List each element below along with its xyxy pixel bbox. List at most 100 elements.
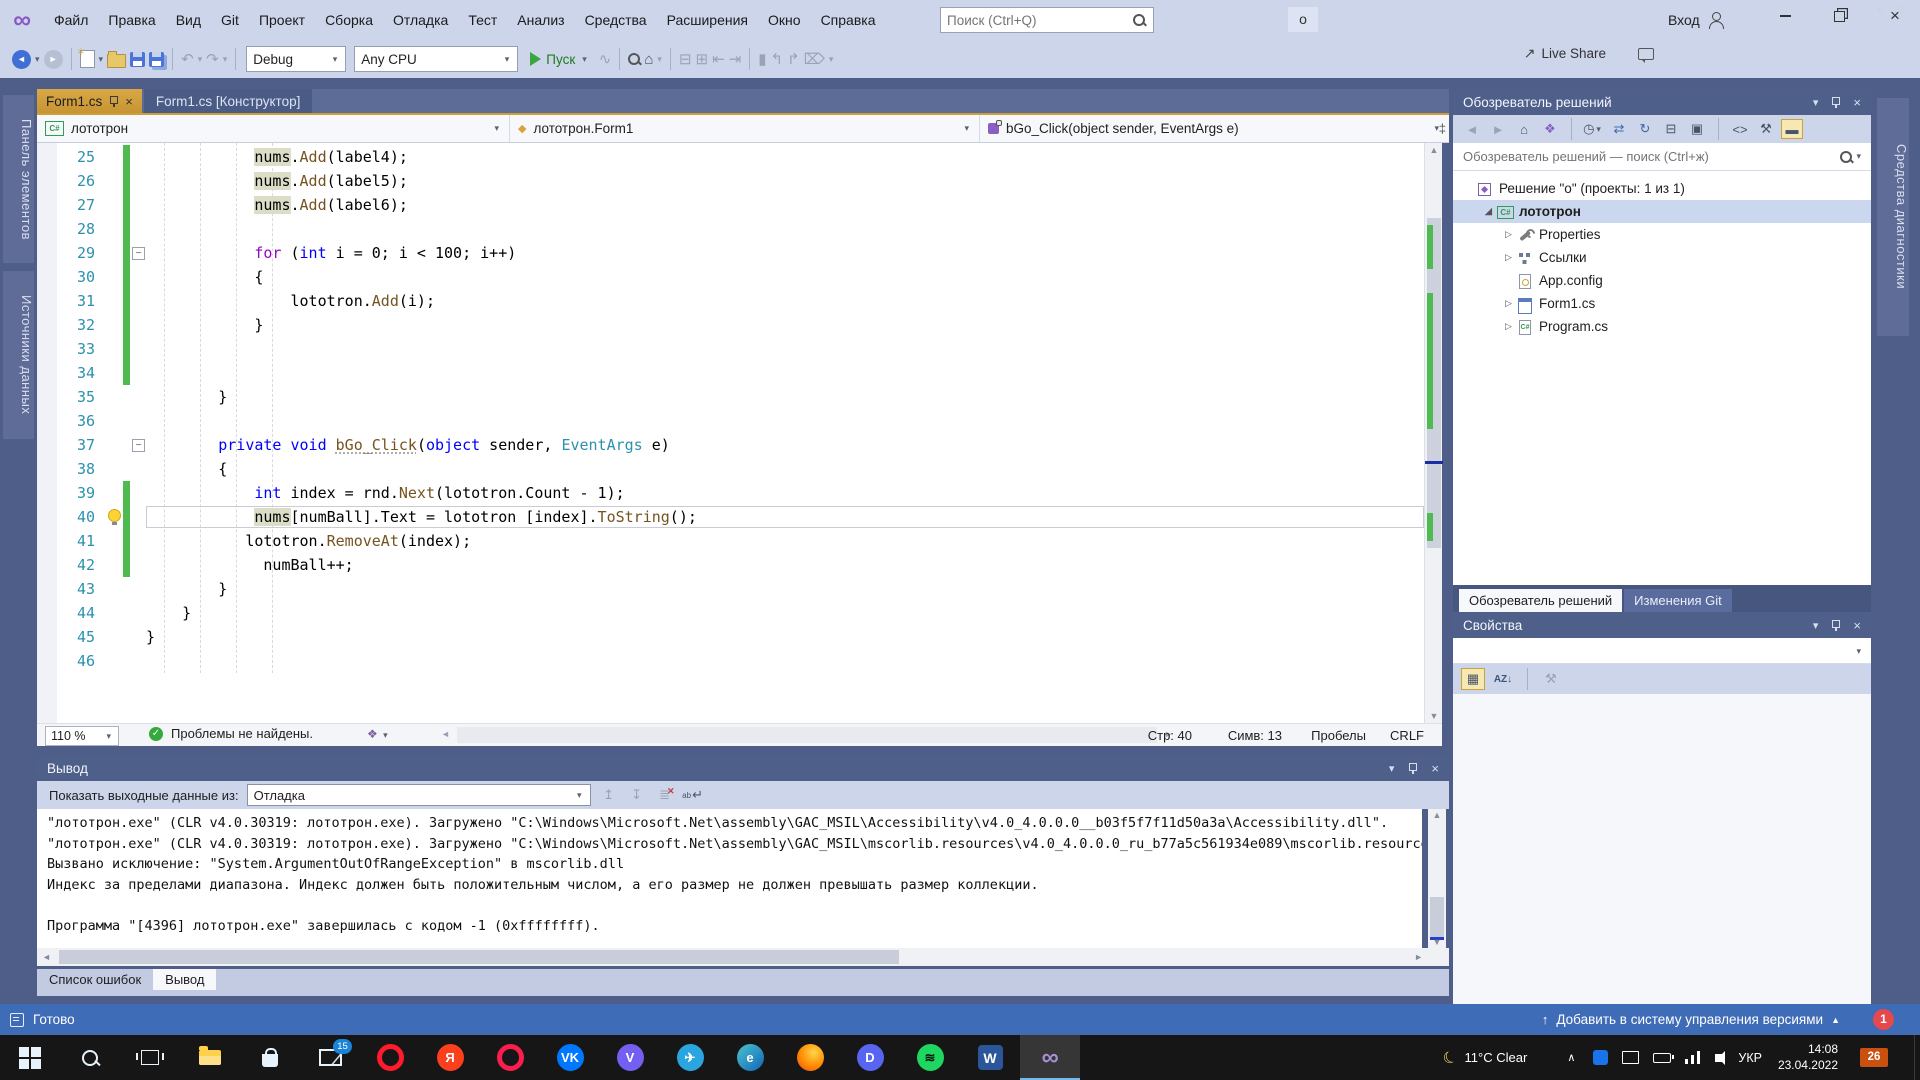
code-editor[interactable]: 25 nums.Add(label4);26 nums.Add(label5);… <box>37 143 1424 723</box>
display-tray-icon[interactable] <box>1622 1051 1639 1064</box>
scroll-up-icon[interactable]: ▲ <box>1428 810 1446 820</box>
close-icon[interactable]: × <box>1853 618 1861 633</box>
collapse-icon[interactable] <box>130 433 146 457</box>
member-dropdown[interactable]: bGo_Click(object sender, EventArgs e) ▾ <box>980 115 1449 142</box>
show-desktop-button[interactable] <box>1914 1035 1920 1080</box>
code-line-41[interactable]: 41 lototron.RemoveAt(index); <box>37 529 1424 553</box>
output-panel-title[interactable]: Вывод ▾ × <box>37 755 1449 781</box>
properties-icon[interactable]: ⚒ <box>1755 119 1777 139</box>
notification-center-badge[interactable]: 26 <box>1860 1048 1888 1067</box>
window-position-dropdown[interactable]: ▾ <box>1389 762 1395 775</box>
clear-bookmarks-icon[interactable]: ⌦ <box>804 47 825 71</box>
output-vertical-scrollbar[interactable]: ▲ ▼ <box>1428 809 1446 948</box>
code-line-32[interactable]: 32 } <box>37 313 1424 337</box>
live-share-button[interactable]: ↗ Live Share <box>1524 45 1654 62</box>
taskbar-yandex-browser[interactable]: Я <box>420 1035 480 1080</box>
tree-item-лототрон[interactable]: ◢лототрон <box>1453 200 1871 223</box>
expander-icon[interactable]: ◢ <box>1481 206 1496 217</box>
undo-dropdown[interactable]: ▾ <box>198 54 203 65</box>
tree-item-решение-o-проекты-1-из-1-[interactable]: Решение "o" (проекты: 1 из 1) <box>1453 177 1871 200</box>
lightbulb-icon[interactable] <box>105 505 123 529</box>
goto-previous-message-icon[interactable]: ↥ <box>599 786 619 804</box>
scroll-down-icon[interactable]: ▼ <box>1425 711 1443 721</box>
minimize-button[interactable] <box>1762 0 1808 32</box>
scroll-left-icon[interactable]: ◄ <box>42 952 51 962</box>
menu-справка[interactable]: Справка <box>811 0 886 40</box>
properties-panel-title[interactable]: Свойства ▾ × <box>1453 612 1871 638</box>
hidden-icons-chevron[interactable]: ∧ <box>1567 1051 1575 1064</box>
save-icon[interactable] <box>130 52 145 67</box>
forward-icon[interactable]: ► <box>1487 119 1509 139</box>
taskbar-spotify[interactable]: ≋ <box>900 1035 960 1080</box>
code-line-35[interactable]: 35 } <box>37 385 1424 409</box>
code-cleanup-icon[interactable]: ❖ ▾ <box>367 727 390 741</box>
taskbar-task-view[interactable] <box>120 1035 180 1080</box>
next-bookmark-icon[interactable]: ↱ <box>787 47 800 71</box>
uncomment-icon[interactable]: ⊞ <box>696 47 709 71</box>
toolbar-overflow-dropdown[interactable]: ▾ <box>829 54 834 65</box>
tree-item-ссылки[interactable]: ▷Ссылки <box>1453 246 1871 269</box>
taskbar-opera-gx[interactable] <box>480 1035 540 1080</box>
sync-with-active-document-icon[interactable]: ⇄ <box>1608 119 1630 139</box>
taskbar-visual-studio[interactable]: ∞ <box>1020 1035 1080 1080</box>
restore-button[interactable] <box>1816 0 1862 32</box>
taskbar-search[interactable] <box>60 1035 120 1080</box>
find-in-files-icon[interactable] <box>628 53 640 65</box>
pin-icon[interactable] <box>1408 763 1417 774</box>
navigate-forward-button[interactable]: ► <box>44 50 63 69</box>
comment-icon[interactable]: ⊟ <box>679 47 692 71</box>
taskbar-viber[interactable]: V <box>600 1035 660 1080</box>
document-list-dropdown[interactable]: ▾ <box>1877 4 1883 17</box>
code-line-30[interactable]: 30 { <box>37 265 1424 289</box>
code-line-42[interactable]: 42 numBall++; <box>37 553 1424 577</box>
code-line-34[interactable]: 34 <box>37 361 1424 385</box>
properties-object-combo[interactable]: ▾ <box>1453 638 1871 664</box>
pin-icon[interactable] <box>1831 620 1840 631</box>
code-line-36[interactable]: 36 <box>37 409 1424 433</box>
navigate-back-button[interactable]: ◄ <box>12 50 31 69</box>
tray-app-icon[interactable] <box>1593 1050 1608 1065</box>
scroll-right-icon[interactable]: ► <box>1414 952 1423 962</box>
eol-indicator[interactable]: CRLF <box>1390 728 1424 743</box>
menu-файл[interactable]: Файл <box>44 0 98 40</box>
menu-отладка[interactable]: Отладка <box>383 0 458 40</box>
properties-grid[interactable] <box>1453 694 1871 1004</box>
expander-icon[interactable]: ▷ <box>1501 229 1516 240</box>
collapse-all-icon[interactable]: ⊟ <box>1660 119 1682 139</box>
categorized-icon[interactable]: ▦ <box>1461 668 1485 690</box>
output-horizontal-scrollbar[interactable]: ◄ ► <box>37 948 1449 966</box>
clock[interactable]: 14:08 23.04.2022 <box>1778 1042 1838 1073</box>
new-file-dropdown[interactable]: ▾ <box>99 54 104 65</box>
zoom-level-combo[interactable]: 110 % ▾ <box>45 726 119 746</box>
menu-тест[interactable]: Тест <box>458 0 507 40</box>
menu-анализ[interactable]: Анализ <box>507 0 574 40</box>
code-line-39[interactable]: 39 int index = rnd.Next(lototron.Count -… <box>37 481 1424 505</box>
taskbar-file-explorer[interactable] <box>180 1035 240 1080</box>
decrease-indent-icon[interactable]: ⇤ <box>712 47 725 71</box>
toolbar-options-dropdown[interactable]: ▾ <box>657 54 662 65</box>
weather-widget[interactable]: ☾ 11°C Clear <box>1443 1048 1527 1068</box>
redo-icon[interactable]: ↷ <box>206 47 219 71</box>
data-sources-tab[interactable]: Источники данных <box>3 271 34 439</box>
scroll-down-icon[interactable]: ▼ <box>1428 937 1446 947</box>
code-line-45[interactable]: 45} <box>37 625 1424 649</box>
save-all-icon[interactable] <box>149 52 164 67</box>
output-source-combo[interactable]: Отладка ▾ <box>247 784 591 806</box>
hot-reload-icon[interactable]: ∿ <box>599 47 612 71</box>
code-line-29[interactable]: 29 for (int i = 0; i < 100; i++) <box>37 241 1424 265</box>
expander-icon[interactable]: ▷ <box>1501 321 1516 332</box>
tab-error-list[interactable]: Список ошибок <box>37 969 153 990</box>
menu-git[interactable]: Git <box>211 0 249 40</box>
taskbar-microsoft-store[interactable] <box>240 1035 300 1080</box>
solution-explorer-search-input[interactable] <box>1461 148 1838 165</box>
tree-item-form1-cs[interactable]: ▷Form1.cs <box>1453 292 1871 315</box>
solution-explorer-search-box[interactable]: ▾ <box>1453 143 1871 171</box>
expander-icon[interactable]: ▷ <box>1501 252 1516 263</box>
taskbar-edge[interactable]: e <box>720 1035 780 1080</box>
menu-сборка[interactable]: Сборка <box>315 0 383 40</box>
code-line-28[interactable]: 28 <box>37 217 1424 241</box>
toolbox-tab[interactable]: Панель элементов <box>3 95 34 263</box>
window-position-dropdown[interactable]: ▾ <box>1813 96 1819 109</box>
solution-platform-combo[interactable]: Any CPU ▾ <box>354 46 518 72</box>
taskbar-discord[interactable]: D <box>840 1035 900 1080</box>
